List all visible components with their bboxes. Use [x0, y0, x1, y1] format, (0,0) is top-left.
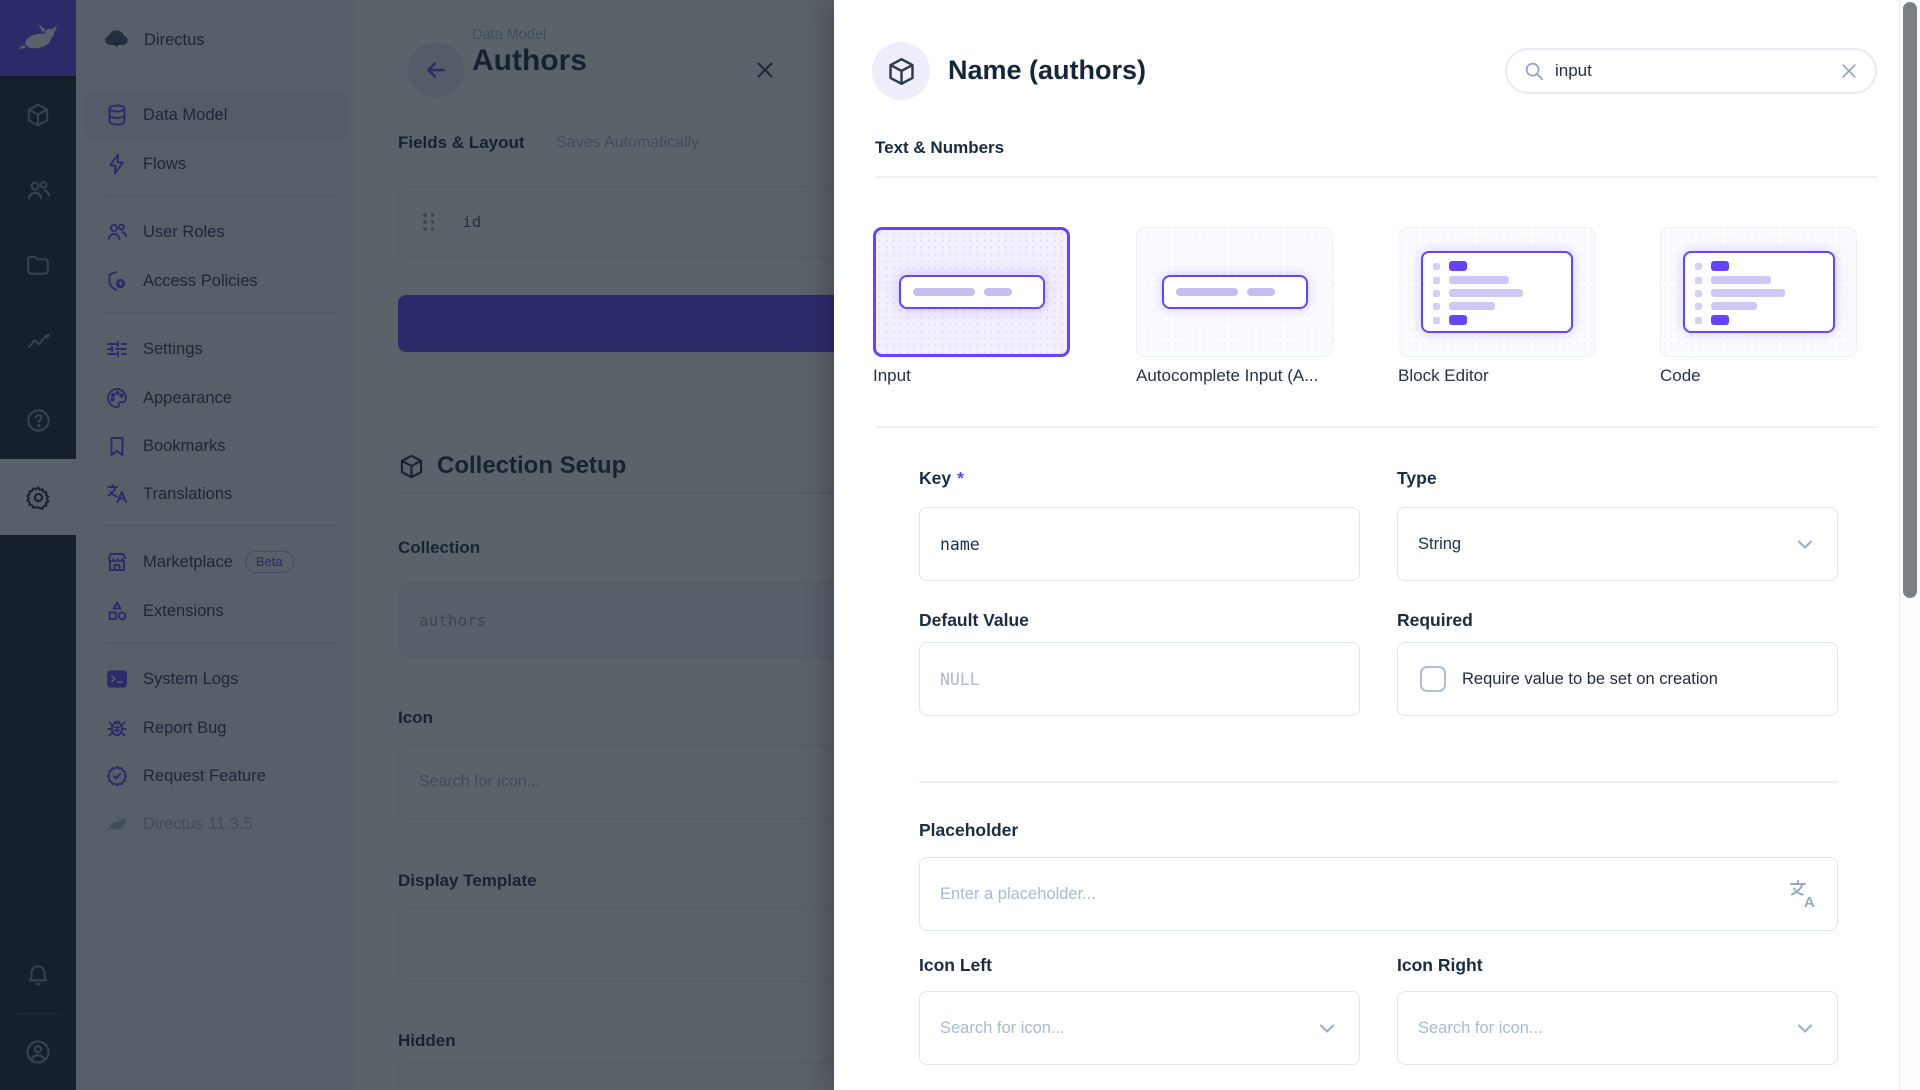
- input-illustration: [899, 275, 1045, 309]
- divider: [875, 426, 1878, 428]
- drawer-scrollbar-thumb[interactable]: [1903, 2, 1917, 598]
- editor-illustration: [1683, 251, 1835, 333]
- interface-card-label: Block Editor: [1398, 366, 1489, 386]
- divider: [875, 176, 1878, 178]
- chevron-down-icon: [1793, 532, 1817, 556]
- interface-card-code[interactable]: [1660, 227, 1857, 357]
- interface-search[interactable]: [1505, 48, 1877, 94]
- required-checkbox-label: Require value to be set on creation: [1462, 670, 1718, 689]
- chevron-down-icon: [1793, 1016, 1817, 1040]
- interface-card-autocomplete[interactable]: [1136, 227, 1333, 357]
- required-checkbox[interactable]: [1420, 666, 1446, 692]
- placeholder-field-label: Placeholder: [919, 820, 1018, 841]
- icon-right-select[interactable]: Search for icon...: [1397, 991, 1838, 1065]
- required-asterisk: *: [957, 468, 964, 488]
- chevron-down-icon: [1315, 1016, 1339, 1040]
- search-input[interactable]: [1555, 61, 1839, 81]
- translate-icon[interactable]: A: [1788, 878, 1818, 915]
- input-illustration: [1162, 275, 1308, 309]
- default-value-input[interactable]: [919, 642, 1360, 716]
- interface-card-label: Code: [1660, 366, 1701, 386]
- icon-left-label: Icon Left: [919, 955, 992, 976]
- type-field-label: Type: [1397, 468, 1437, 489]
- interface-card-label: Input: [873, 366, 911, 386]
- placeholder-field: A: [919, 857, 1838, 931]
- drawer-icon-badge: [872, 42, 930, 100]
- interface-card-input[interactable]: [873, 227, 1070, 357]
- default-value-label: Default Value: [919, 610, 1029, 631]
- svg-text:A: A: [1804, 894, 1815, 910]
- interface-card-label: Autocomplete Input (A...: [1136, 366, 1318, 386]
- drawer-scrollbar-track[interactable]: [1899, 0, 1920, 1090]
- editor-illustration: [1421, 251, 1573, 333]
- app-window: Data Model Authors Fields & Layout Saves…: [0, 0, 1920, 1090]
- key-input[interactable]: [919, 507, 1360, 581]
- icon-right-label: Icon Right: [1397, 955, 1483, 976]
- interface-card-block-editor[interactable]: [1398, 227, 1595, 357]
- type-select[interactable]: String: [1397, 507, 1838, 581]
- drawer-title: Name (authors): [948, 55, 1146, 86]
- required-label: Required: [1397, 610, 1473, 631]
- clear-search-icon[interactable]: [1839, 61, 1859, 81]
- cube-icon: [886, 56, 917, 87]
- search-icon: [1523, 60, 1545, 82]
- field-interface-drawer: Name (authors) Text & Numbers: [834, 0, 1920, 1090]
- modal-overlay[interactable]: [0, 0, 834, 1090]
- key-field-label: Key*: [919, 468, 964, 489]
- group-heading-text-numbers: Text & Numbers: [875, 138, 1004, 158]
- icon-left-select[interactable]: Search for icon...: [919, 991, 1360, 1065]
- placeholder-input[interactable]: [919, 857, 1838, 931]
- required-checkbox-row[interactable]: Require value to be set on creation: [1397, 642, 1838, 716]
- divider: [919, 781, 1838, 783]
